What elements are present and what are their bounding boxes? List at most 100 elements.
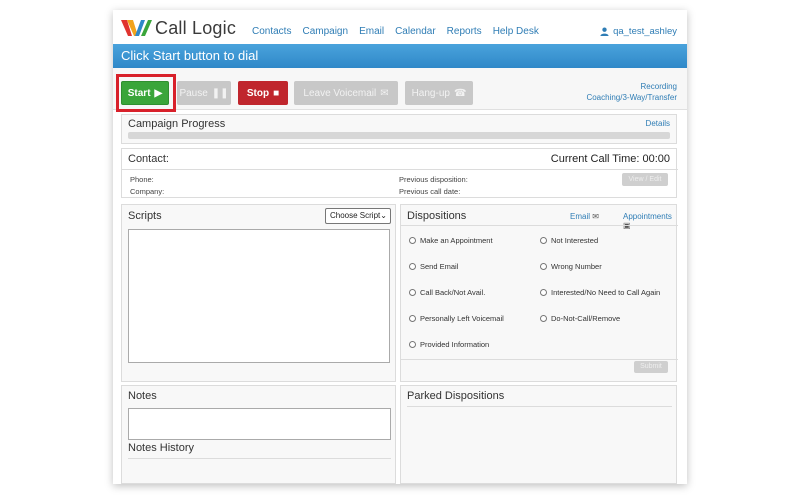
- call-logic-logo-icon: [121, 20, 152, 36]
- radio-button[interactable]: [409, 237, 416, 244]
- disposition-label: Provided Information: [420, 340, 490, 349]
- submit-disposition-button[interactable]: Submit: [634, 361, 668, 373]
- phone-hangup-icon: ☎: [453, 87, 467, 99]
- disposition-label: Personally Left Voicemail: [420, 314, 504, 323]
- scripts-panel: Scripts Choose Script ⌄: [121, 204, 396, 382]
- nav-help-desk[interactable]: Help Desk: [493, 26, 539, 37]
- start-label: Start: [127, 87, 151, 99]
- pause-icon: ❚❚: [211, 87, 229, 99]
- call-toolbar: Start ▶ Pause ❚❚ Stop ■ Leave Voicemail …: [113, 68, 687, 112]
- dispositions-footer-divider: [401, 359, 678, 360]
- start-button[interactable]: Start ▶: [121, 81, 169, 105]
- disposition-provided-information[interactable]: Provided Information: [409, 340, 489, 349]
- radio-button[interactable]: [540, 263, 547, 270]
- contact-panel: Contact: Current Call Time: 00:00 Phone:…: [121, 148, 678, 198]
- contact-divider: [122, 169, 678, 170]
- campaign-progress-bar: [128, 132, 670, 139]
- radio-button[interactable]: [540, 289, 547, 296]
- disposition-label: Not Interested: [551, 236, 599, 245]
- user-icon: [600, 27, 609, 36]
- user-menu[interactable]: qa_test_ashley: [600, 26, 677, 37]
- disposition-label: Make an Appointment: [420, 236, 493, 245]
- disposition-not-interested[interactable]: Not Interested: [540, 236, 598, 245]
- choose-script-value: Choose Script: [330, 211, 381, 220]
- status-text: Click Start button to dial: [121, 48, 259, 63]
- disposition-send-email[interactable]: Send Email: [409, 262, 458, 271]
- chevron-down-icon: ⌄: [380, 211, 387, 220]
- details-link[interactable]: Details: [646, 119, 670, 128]
- disposition-label: Wrong Number: [551, 262, 602, 271]
- radio-button[interactable]: [409, 263, 416, 270]
- nav-email[interactable]: Email: [359, 26, 384, 37]
- view-edit-button[interactable]: View / Edit: [622, 173, 668, 186]
- disposition-left-voicemail[interactable]: Personally Left Voicemail: [409, 314, 504, 323]
- choose-script-select[interactable]: Choose Script ⌄: [325, 208, 391, 224]
- company-label: Company:: [130, 187, 165, 196]
- brand-name: Call Logic: [155, 17, 237, 38]
- stop-button[interactable]: Stop ■: [238, 81, 288, 105]
- call-time-label: Current Call Time:: [550, 153, 640, 165]
- stop-icon: ■: [273, 87, 280, 99]
- recording-link[interactable]: Recording: [586, 81, 677, 92]
- appointments-link-label: Appointments: [623, 212, 672, 221]
- user-name: qa_test_ashley: [613, 26, 677, 37]
- current-call-time: Current Call Time: 00:00: [551, 153, 670, 165]
- notes-history-title: Notes History: [128, 442, 195, 454]
- disposition-wrong-number[interactable]: Wrong Number: [540, 262, 602, 271]
- notes-panel: Notes Notes History: [121, 385, 396, 484]
- envelope-icon: ✉: [592, 212, 599, 221]
- contact-title: Contact:: [128, 153, 169, 165]
- disposition-label: Send Email: [420, 262, 459, 271]
- nav-calendar[interactable]: Calendar: [395, 26, 436, 37]
- hangup-button[interactable]: Hang-up ☎: [405, 81, 473, 105]
- phone-label: Phone:: [130, 175, 154, 184]
- envelope-icon: ✉: [380, 87, 389, 99]
- dispositions-panel: Dispositions Email ✉ Appointments ▣ Make…: [400, 204, 678, 382]
- parked-divider: [407, 406, 672, 407]
- previous-disposition-label: Previous disposition:: [399, 175, 468, 184]
- hangup-label: Hang-up: [411, 87, 450, 99]
- appointments-link[interactable]: Appointments ▣: [623, 212, 676, 230]
- top-navigation: Call Logic Contacts Campaign Email Calen…: [113, 10, 687, 44]
- nav-reports[interactable]: Reports: [447, 26, 482, 37]
- pause-label: Pause: [179, 87, 208, 99]
- pause-button[interactable]: Pause ❚❚: [177, 81, 231, 105]
- leave-voicemail-label: Leave Voicemail: [303, 87, 377, 99]
- disposition-label: Call Back/Not Avail.: [420, 288, 486, 297]
- campaign-progress-title: Campaign Progress: [128, 118, 226, 130]
- call-time-value: 00:00: [642, 153, 670, 165]
- radio-button[interactable]: [409, 289, 416, 296]
- previous-call-date-label: Previous call date:: [399, 187, 461, 196]
- email-link-label: Email: [570, 212, 591, 221]
- notes-history-divider: [128, 458, 391, 459]
- radio-button[interactable]: [540, 237, 547, 244]
- scripts-title: Scripts: [128, 210, 162, 222]
- parked-dispositions-panel: Parked Dispositions: [400, 385, 677, 484]
- disposition-make-appointment[interactable]: Make an Appointment: [409, 236, 493, 245]
- radio-button[interactable]: [540, 315, 547, 322]
- nav-campaign[interactable]: Campaign: [302, 26, 348, 37]
- email-link[interactable]: Email ✉: [570, 212, 599, 221]
- nav-contacts[interactable]: Contacts: [252, 26, 291, 37]
- leave-voicemail-button[interactable]: Leave Voicemail ✉: [294, 81, 398, 105]
- coaching-transfer-link[interactable]: Coaching/3-Way/Transfer: [586, 92, 677, 103]
- script-text-area[interactable]: [128, 229, 390, 363]
- disposition-label: Interested/No Need to Call Again: [551, 288, 661, 297]
- dispositions-title: Dispositions: [407, 210, 467, 222]
- status-bar: Click Start button to dial: [113, 44, 687, 68]
- call-options-links: Recording Coaching/3-Way/Transfer: [586, 81, 677, 103]
- brand-logo[interactable]: Call Logic: [121, 17, 236, 39]
- notes-input[interactable]: [128, 408, 391, 440]
- dispositions-divider: [401, 225, 678, 226]
- radio-button[interactable]: [409, 341, 416, 348]
- disposition-do-not-call[interactable]: Do-Not-Call/Remove: [540, 314, 620, 323]
- app-window: Call Logic Contacts Campaign Email Calen…: [113, 10, 687, 484]
- disposition-call-back[interactable]: Call Back/Not Avail.: [409, 288, 485, 297]
- play-icon: ▶: [154, 87, 163, 99]
- radio-button[interactable]: [409, 315, 416, 322]
- campaign-progress-panel: Campaign Progress Details: [121, 114, 677, 144]
- disposition-interested-no-need[interactable]: Interested/No Need to Call Again: [540, 288, 660, 297]
- stop-label: Stop: [246, 87, 270, 99]
- notes-title: Notes: [128, 390, 157, 402]
- disposition-label: Do-Not-Call/Remove: [551, 314, 621, 323]
